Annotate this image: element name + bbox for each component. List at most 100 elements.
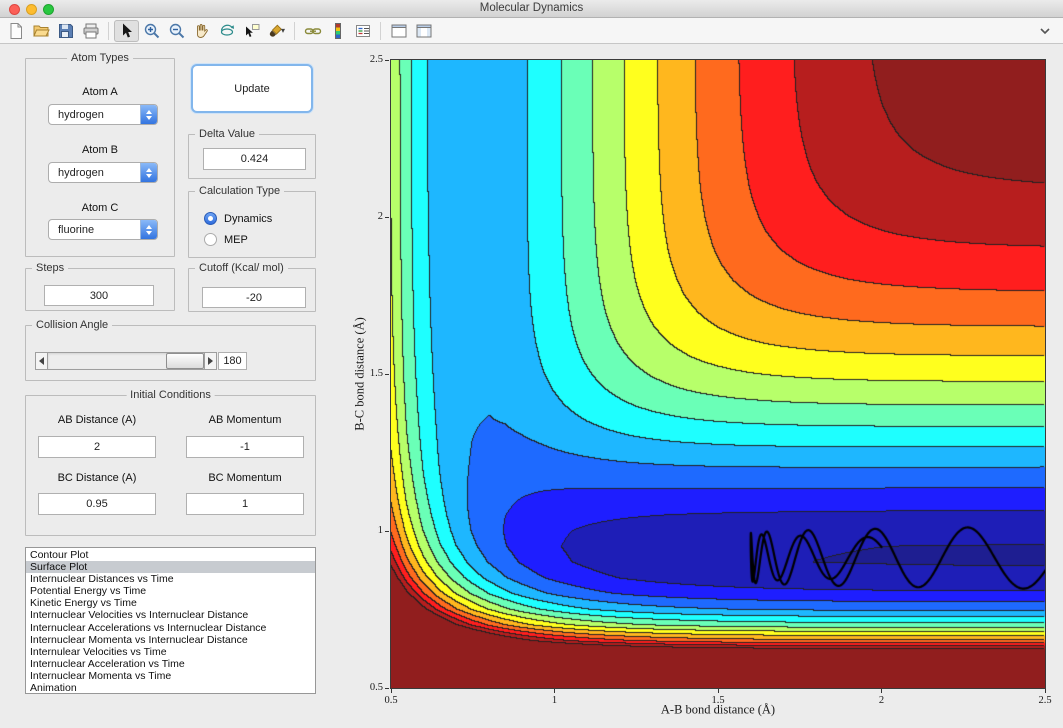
atom-c-value: fluorine (58, 224, 94, 236)
toolbar-separator (108, 22, 109, 40)
radio-selected-icon[interactable] (204, 212, 217, 225)
atom-c-dropdown[interactable]: fluorine (48, 219, 158, 240)
toolbar-overflow-chevron-icon[interactable] (1032, 20, 1057, 42)
x-tick-label: 2.5 (1030, 695, 1060, 706)
x-tick-label: 1.5 (703, 695, 733, 706)
slider-left-arrow-button[interactable] (35, 352, 48, 370)
toolbar-separator (380, 22, 381, 40)
right-arrow-icon (208, 357, 213, 365)
atom-a-label: Atom A (25, 86, 175, 98)
list-item[interactable]: Kinetic Energy vs Time (26, 597, 315, 609)
potential-energy-surface-plot[interactable] (391, 60, 1045, 688)
y-tick-mark (385, 688, 389, 689)
calculation-type-panel-title: Calculation Type (195, 185, 284, 197)
atom-types-panel-title: Atom Types (67, 52, 133, 64)
zoom-out-icon[interactable] (164, 20, 189, 42)
data-cursor-icon[interactable] (239, 20, 264, 42)
update-button[interactable]: Update (191, 64, 313, 113)
close-button[interactable] (9, 4, 20, 15)
list-item[interactable]: Internulear Velocities vs Time (26, 646, 315, 658)
ab-momentum-label: AB Momentum (186, 414, 304, 426)
atom-c-label: Atom C (25, 202, 175, 214)
x-tick-label: 0.5 (376, 695, 406, 706)
dynamics-radio-row[interactable]: Dynamics (204, 212, 272, 225)
list-item[interactable]: Animation (26, 682, 315, 694)
list-item[interactable]: Contour Plot (26, 549, 315, 561)
brush-dropdown-caret-icon[interactable]: ▾ (281, 26, 285, 35)
y-tick-label: 1.5 (357, 368, 383, 379)
y-tick-mark (385, 60, 389, 61)
atom-b-label: Atom B (25, 144, 175, 156)
list-item-selected[interactable]: Surface Plot (26, 561, 315, 573)
steps-panel-title: Steps (32, 262, 68, 274)
y-tick-label: 2.5 (357, 54, 383, 65)
ab-distance-label: AB Distance (A) (38, 414, 156, 426)
insert-colorbar-icon[interactable] (325, 20, 350, 42)
y-tick-label: 2 (357, 211, 383, 222)
brush-icon[interactable]: ▾ (264, 20, 289, 42)
cutoff-field[interactable]: -20 (202, 287, 306, 308)
atom-b-value: hydrogen (58, 167, 104, 179)
left-arrow-icon (39, 357, 44, 365)
list-item[interactable]: Internuclear Acceleration vs Time (26, 658, 315, 670)
y-tick-mark (385, 531, 389, 532)
zoom-in-icon[interactable] (139, 20, 164, 42)
x-tick-mark (391, 689, 392, 693)
delta-value-field[interactable]: 0.424 (203, 148, 306, 170)
window-title: Molecular Dynamics (0, 0, 1063, 18)
pointer-tool-icon[interactable] (114, 20, 139, 42)
ab-distance-field[interactable]: 2 (38, 436, 156, 458)
list-item[interactable]: Potential Energy vs Time (26, 585, 315, 597)
atom-b-dropdown[interactable]: hydrogen (48, 162, 158, 183)
show-plot-tools-icon[interactable] (411, 20, 436, 42)
collision-angle-field[interactable]: 180 (218, 352, 247, 370)
x-tick-mark (554, 689, 555, 693)
plot-type-listbox[interactable]: Contour Plot Surface Plot Internuclear D… (25, 547, 316, 694)
list-item[interactable]: Internuclear Momenta vs Time (26, 670, 315, 682)
list-item[interactable]: Internuclear Accelerations vs Internucle… (26, 622, 315, 634)
list-item[interactable]: Internuclear Momenta vs Internuclear Dis… (26, 634, 315, 646)
new-document-icon[interactable] (3, 20, 28, 42)
ab-momentum-field[interactable]: -1 (186, 436, 304, 458)
minimize-button[interactable] (26, 4, 37, 15)
bc-momentum-label: BC Momentum (186, 472, 304, 484)
list-item[interactable]: Internuclear Distances vs Time (26, 573, 315, 585)
x-tick-mark (1045, 689, 1046, 693)
figure-toolbar: ▾ (0, 18, 1063, 44)
x-tick-label: 1 (540, 695, 570, 706)
pan-hand-icon[interactable] (189, 20, 214, 42)
x-tick-mark (881, 689, 882, 693)
y-tick-label: 0.5 (357, 682, 383, 693)
bc-distance-field[interactable]: 0.95 (38, 493, 156, 515)
mep-radio-row[interactable]: MEP (204, 233, 248, 246)
toolbar-separator (294, 22, 295, 40)
rotate-3d-icon[interactable] (214, 20, 239, 42)
open-folder-icon[interactable] (28, 20, 53, 42)
collision-angle-panel-title: Collision Angle (32, 319, 112, 331)
x-tick-mark (718, 689, 719, 693)
title-bar: Molecular Dynamics (0, 0, 1063, 18)
y-tick-mark (385, 217, 389, 218)
dynamics-radio-label: Dynamics (224, 213, 272, 225)
list-item[interactable]: Internuclear Velocities vs Internuclear … (26, 609, 315, 621)
combo-stepper-icon (140, 105, 157, 124)
initial-conditions-panel-title: Initial Conditions (126, 389, 215, 401)
print-icon[interactable] (78, 20, 103, 42)
y-tick-label: 1 (357, 525, 383, 536)
bc-distance-label: BC Distance (A) (38, 472, 156, 484)
hide-plot-tools-icon[interactable] (386, 20, 411, 42)
radio-unselected-icon[interactable] (204, 233, 217, 246)
steps-field[interactable]: 300 (44, 285, 154, 306)
slider-right-arrow-button[interactable] (204, 352, 217, 370)
link-plot-icon[interactable] (300, 20, 325, 42)
plot-region (390, 59, 1046, 689)
cutoff-panel-title: Cutoff (Kcal/ mol) (195, 262, 288, 274)
atom-a-value: hydrogen (58, 109, 104, 121)
atom-a-dropdown[interactable]: hydrogen (48, 104, 158, 125)
collision-angle-slider-thumb[interactable] (166, 353, 204, 369)
insert-legend-icon[interactable] (350, 20, 375, 42)
zoom-button[interactable] (43, 4, 54, 15)
bc-momentum-field[interactable]: 1 (186, 493, 304, 515)
save-icon[interactable] (53, 20, 78, 42)
window-controls (9, 4, 54, 15)
